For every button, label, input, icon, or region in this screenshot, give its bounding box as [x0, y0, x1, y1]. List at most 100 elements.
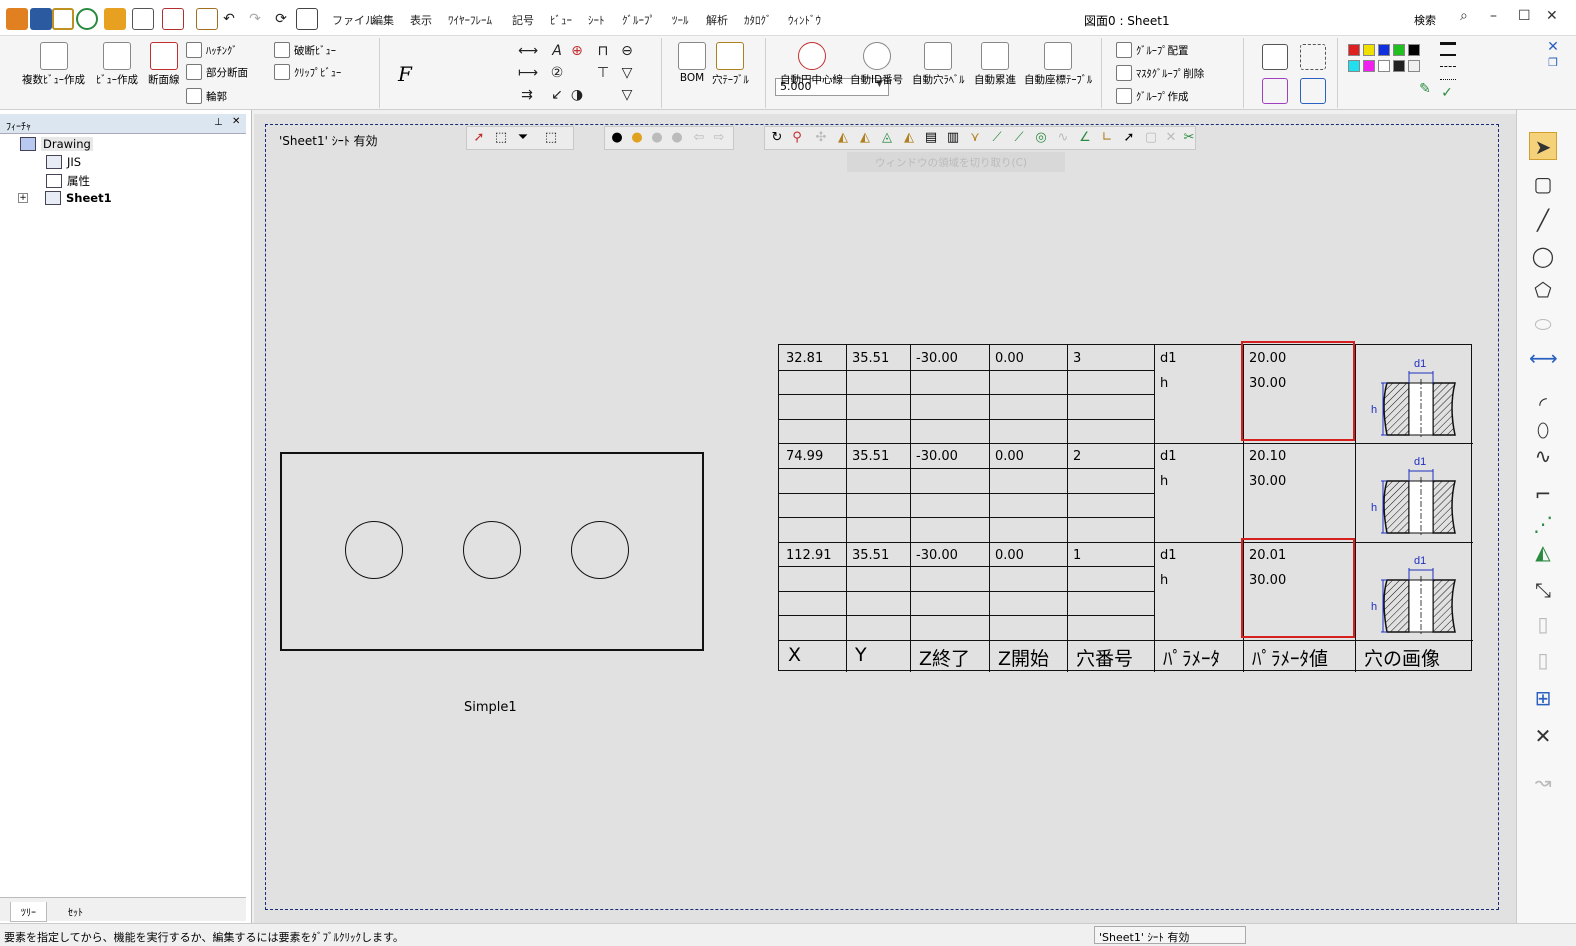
line-icon[interactable]: ╱	[1529, 206, 1557, 234]
arrow-left-icon[interactable]: ⇦	[691, 130, 707, 146]
leader-icon[interactable]: ↙	[548, 86, 566, 104]
menu-group[interactable]: ｸﾞﾙｰﾌﾟ	[622, 12, 655, 28]
minimize-icon[interactable]: –	[1490, 8, 1497, 24]
snap-perpendicular-icon[interactable]: ▤	[923, 130, 939, 146]
view-create-button[interactable]: ﾋﾞｭｰ作成	[96, 42, 138, 87]
auto-coord-table-button[interactable]: 自動座標ﾃｰﾌﾞﾙ	[1024, 42, 1092, 87]
snap-end-icon[interactable]: ◭	[835, 130, 851, 146]
tree-item-drawing[interactable]: Drawing	[20, 137, 93, 151]
color-swatch[interactable]	[1378, 44, 1390, 56]
clip-view-button[interactable]: ｸﾘｯﾌﾟﾋﾞｭｰ	[274, 64, 341, 80]
add-view-icon[interactable]: ⊞	[1529, 684, 1557, 712]
line-weight-icon[interactable]	[1440, 42, 1456, 56]
rectangle-icon[interactable]: ▢	[1529, 170, 1557, 198]
polygon-icon[interactable]: ⬠	[1529, 276, 1557, 304]
balloon-icon[interactable]: ②	[548, 64, 566, 82]
tools-icon[interactable]: ✕	[1529, 722, 1557, 750]
snap-circle-icon[interactable]: ◎	[1033, 130, 1049, 146]
trim-icon[interactable]: ⋰	[1529, 510, 1557, 538]
master-group-delete-button[interactable]: ﾏｽﾀｸﾞﾙｰﾌﾟ削除	[1116, 65, 1204, 81]
weld-icon[interactable]: ⊓	[594, 42, 612, 60]
expand-icon[interactable]: +	[18, 193, 28, 203]
snap-curve-icon[interactable]: ∿	[1055, 130, 1071, 146]
hatching-button[interactable]: ﾊｯﾁﾝｸﾞ	[186, 42, 238, 58]
hole-circle[interactable]	[463, 521, 521, 579]
menu-window[interactable]: ｳｨﾝﾄﾞｳ	[788, 12, 821, 28]
circle-icon[interactable]: ◯	[1529, 242, 1557, 270]
menu-catalog[interactable]: ｶﾀﾛｸﾞ	[744, 12, 772, 28]
dimension-tool-icon[interactable]: ⟷	[1529, 344, 1558, 372]
bom-button[interactable]: BOM	[678, 42, 706, 84]
flag-icon[interactable]: ⊤	[594, 64, 612, 82]
taper-icon[interactable]: ▽	[618, 86, 636, 104]
paint-brush-icon[interactable]: ✓	[1438, 84, 1456, 102]
section-line-button[interactable]: 断面線	[148, 42, 180, 87]
font-button[interactable]: F	[398, 62, 412, 86]
tree-item-sheet1[interactable]: + Sheet1	[18, 191, 112, 205]
copy-icon[interactable]	[196, 8, 218, 30]
arrow-right-icon[interactable]: ⇨	[711, 130, 727, 146]
hole-table[interactable]: 32.81 35.51 -30.00 0.00 3 d1 h 2 0.00 30.00 d1 h 74.…	[778, 341, 1473, 672]
color-swatch[interactable]	[1348, 60, 1360, 72]
layout-icon[interactable]	[132, 8, 154, 30]
tab-tree[interactable]: ﾂﾘｰ	[10, 902, 47, 922]
ribbon-restore-icon[interactable]: ❐	[1544, 54, 1562, 72]
snap-intersection-icon[interactable]: ◭	[901, 130, 917, 146]
text-icon[interactable]: A	[548, 42, 566, 60]
zoom-view-icon[interactable]	[1262, 44, 1288, 70]
undo-icon[interactable]: ↶	[220, 10, 238, 28]
menu-file[interactable]: ファイル	[332, 12, 376, 28]
menu-view[interactable]: 表示	[410, 12, 432, 28]
insert-block-icon[interactable]: ▯	[1529, 610, 1557, 638]
snap-off-icon[interactable]: ✕	[1163, 130, 1179, 146]
table-icon[interactable]	[162, 8, 184, 30]
snap-line-icon[interactable]: ⟋	[989, 130, 1005, 146]
auto-id-button[interactable]: 自動ID番号	[850, 42, 903, 87]
menu-sheet[interactable]: ｼｰﾄ	[588, 12, 605, 28]
snap-angle2-icon[interactable]: ∟	[1099, 130, 1115, 146]
save-icon[interactable]	[30, 8, 52, 30]
light-bulb-off-icon[interactable]: ●	[609, 130, 625, 146]
group-place-button[interactable]: ｸﾞﾙｰﾌﾟ配置	[1116, 42, 1189, 58]
hole-circle[interactable]	[345, 521, 403, 579]
ordinate-icon[interactable]: ⇉	[518, 86, 536, 104]
tolerance-icon[interactable]: ⊖	[618, 42, 636, 60]
light-multi-icon[interactable]: ●	[669, 130, 685, 146]
panel-close-icon[interactable]: ✕	[232, 116, 240, 127]
select-arrow-icon[interactable]: ➤	[1529, 132, 1557, 160]
surface-finish-icon[interactable]: ▽	[618, 64, 636, 82]
part-view-outline[interactable]	[280, 452, 704, 651]
mirror-icon[interactable]: ◭	[1529, 538, 1557, 566]
curve-edit-icon[interactable]: ↝	[1529, 768, 1557, 796]
snap-grid-icon[interactable]: ▢	[1143, 130, 1159, 146]
slot-icon[interactable]: ⬭	[1529, 310, 1557, 338]
hole-table-button[interactable]: 穴ﾃｰﾌﾞﾙ	[712, 42, 749, 87]
pin-icon[interactable]: ⊥	[214, 117, 223, 128]
color-swatch[interactable]	[1378, 60, 1390, 72]
datum-icon[interactable]: ◑	[568, 86, 586, 104]
color-swatch[interactable]	[1393, 60, 1405, 72]
color-swatch[interactable]	[1408, 60, 1420, 72]
spline-icon[interactable]: ∿	[1529, 442, 1557, 470]
multi-view-button[interactable]: 複数ﾋﾞｭｰ作成	[22, 42, 85, 87]
tree-item-attributes[interactable]: 属性	[46, 173, 90, 189]
snap-parallel-icon[interactable]: ⟋	[1011, 130, 1027, 146]
snap-tangent-icon[interactable]: ▥	[945, 130, 961, 146]
color-swatch[interactable]	[1348, 44, 1360, 56]
select-filter-icon[interactable]: ⬚	[493, 130, 509, 146]
snap-midpoint-icon[interactable]: ✣	[813, 130, 829, 146]
snap-angle-icon[interactable]: ∠	[1077, 130, 1093, 146]
refresh-icon[interactable]: ⟳	[272, 10, 290, 28]
color-swatch[interactable]	[1363, 44, 1375, 56]
print-icon[interactable]	[76, 8, 98, 30]
snap-quadrant-icon[interactable]: ◬	[879, 130, 895, 146]
menu-tools[interactable]: ﾂｰﾙ	[672, 12, 689, 28]
hole-circle[interactable]	[571, 521, 629, 579]
ellipse-icon[interactable]: ⬯	[1529, 416, 1557, 444]
snap-cursor-icon[interactable]: ➚	[1121, 130, 1137, 146]
view-name-label[interactable]: Simple1	[464, 700, 517, 715]
redo-icon[interactable]: ↷	[246, 10, 264, 28]
search-icon[interactable]: ⌕	[1460, 8, 1468, 24]
select-pointer-icon[interactable]: ➚	[471, 130, 487, 146]
partial-section-button[interactable]: 部分断面	[186, 64, 248, 80]
